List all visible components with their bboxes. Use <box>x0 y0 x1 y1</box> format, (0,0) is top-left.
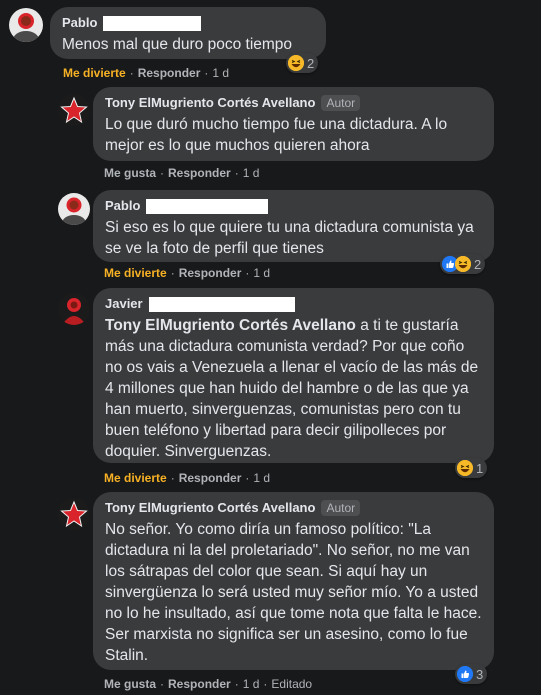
edited-label[interactable]: Editado <box>271 677 312 691</box>
like-icon <box>457 666 473 682</box>
react-button[interactable]: Me divierte <box>104 471 167 485</box>
reaction-count: 1 <box>476 460 484 476</box>
comment-text: Menos mal que duro poco tiempo <box>62 36 293 53</box>
comment-text: Tony ElMugriento Cortés Avellano a ti te… <box>105 317 479 460</box>
commenter-name[interactable]: Tony ElMugriento Cortés Avellano Autor <box>105 95 482 111</box>
comment-actions: Me divierte · Responder · 1 d <box>63 66 230 80</box>
comment-actions: Me divierte · Responder · 1 d <box>104 266 271 280</box>
comment-actions: Me divierte · Responder · 1 d <box>104 471 271 485</box>
commenter-name[interactable]: Pablo <box>105 198 482 214</box>
reaction-summary[interactable]: 2 <box>286 53 319 73</box>
reaction-summary[interactable]: 2 <box>440 254 486 274</box>
like-button[interactable]: Me gusta <box>104 166 156 180</box>
redacted-surname <box>148 296 295 312</box>
avatar[interactable] <box>58 94 90 126</box>
timestamp[interactable]: 1 d <box>253 266 270 280</box>
comment-bubble: Pablo Si eso es lo que quiere tu una dic… <box>93 190 494 262</box>
reply-button[interactable]: Responder <box>179 471 242 485</box>
redacted-surname <box>146 198 269 214</box>
reply-button[interactable]: Responder <box>138 66 201 80</box>
react-button[interactable]: Me divierte <box>104 266 167 280</box>
reaction-count: 3 <box>476 666 484 682</box>
comment-actions: Me gusta · Responder · 1 d · Editado <box>104 677 313 691</box>
redacted-surname <box>103 15 202 31</box>
laugh-icon <box>288 55 304 71</box>
avatar[interactable] <box>58 193 90 225</box>
timestamp[interactable]: 1 d <box>243 677 260 691</box>
avatar[interactable] <box>58 498 90 530</box>
mention-link[interactable]: Tony ElMugriento Cortés Avellano <box>105 317 356 334</box>
avatar[interactable] <box>9 8 43 42</box>
reply-button[interactable]: Responder <box>168 677 231 691</box>
timestamp[interactable]: 1 d <box>212 66 229 80</box>
commenter-name[interactable]: Pablo <box>62 15 314 31</box>
react-button[interactable]: Me divierte <box>63 66 126 80</box>
comment-text: Lo que duró mucho tiempo fue una dictadu… <box>105 116 448 154</box>
commenter-name[interactable]: Tony ElMugriento Cortés Avellano Autor <box>105 500 482 516</box>
reaction-summary[interactable]: 1 <box>455 458 488 478</box>
comment-bubble: Javier Tony ElMugriento Cortés Avellano … <box>93 288 494 463</box>
reply-button[interactable]: Responder <box>168 166 231 180</box>
reaction-summary[interactable]: 3 <box>455 664 488 684</box>
timestamp[interactable]: 1 d <box>253 471 270 485</box>
comment-bubble: Tony ElMugriento Cortés Avellano Autor No… <box>93 492 494 670</box>
comment-actions: Me gusta · Responder · 1 d <box>104 166 260 180</box>
laugh-icon <box>457 460 473 476</box>
reply-button[interactable]: Responder <box>179 266 242 280</box>
laugh-icon <box>455 256 471 272</box>
reaction-count: 2 <box>474 256 482 272</box>
comment-text: No señor. Yo como diría un famoso políti… <box>105 521 482 664</box>
author-badge: Autor <box>321 500 361 516</box>
reaction-count: 2 <box>307 55 315 71</box>
comment-bubble: Pablo Menos mal que duro poco tiempo <box>50 7 326 59</box>
timestamp[interactable]: 1 d <box>243 166 260 180</box>
commenter-name[interactable]: Javier <box>105 296 482 312</box>
comment-bubble: Tony ElMugriento Cortés Avellano Autor Lo… <box>93 87 494 161</box>
avatar[interactable] <box>58 293 90 325</box>
author-badge: Autor <box>321 95 361 111</box>
comment-text: Si eso es lo que quiere tu una dictadura… <box>105 219 474 257</box>
like-button[interactable]: Me gusta <box>104 677 156 691</box>
